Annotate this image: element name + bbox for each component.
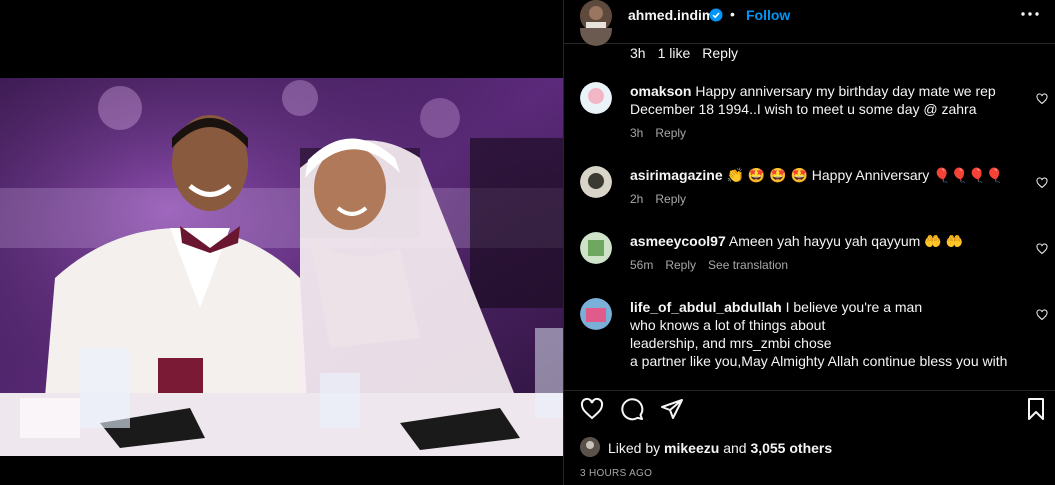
- see-translation-button[interactable]: See translation: [708, 258, 788, 272]
- liker-username[interactable]: mikeezu: [664, 440, 719, 456]
- heart-icon[interactable]: [1036, 308, 1048, 321]
- post-timestamp[interactable]: 3 HOURS AGO: [580, 468, 652, 479]
- comment-username[interactable]: life_of_abdul_abdullah: [630, 299, 782, 315]
- reply-button[interactable]: Reply: [702, 45, 738, 61]
- commenter-avatar[interactable]: [580, 166, 612, 198]
- comment-text-line: leadership, and mrs_zmbi chose: [630, 335, 832, 351]
- comment-text-line: who knows a lot of things about: [630, 317, 826, 333]
- comment-body: omakson Happy anniversary my birthday da…: [630, 82, 1016, 142]
- likes-text: Liked by mikeezu and 3,055 others: [608, 440, 832, 456]
- post-media-area: [0, 0, 563, 485]
- comment-meta: 56m Reply See translation: [630, 256, 1016, 274]
- post-actions-bar: [564, 390, 1055, 430]
- reply-button[interactable]: Reply: [655, 192, 686, 206]
- likes-conj: and: [723, 440, 747, 456]
- comment-body: asirimagazine 👏 🤩 🤩 🤩 Happy Anniversary …: [630, 166, 1016, 208]
- comment-time: 3h: [630, 126, 644, 140]
- commenter-avatar[interactable]: [580, 232, 612, 264]
- comment-meta: 3h Reply: [630, 124, 1016, 142]
- likes-others-count[interactable]: 3,055 others: [750, 440, 832, 456]
- comment-text-line: I believe you're a man: [785, 299, 923, 315]
- comment-body: asmeeycool97 Ameen yah hayyu yah qayyum …: [630, 232, 1016, 274]
- comment-text: 👏 🤩 🤩 🤩 Happy Anniversary 🎈🎈🎈🎈: [726, 167, 1003, 183]
- follow-button[interactable]: Follow: [746, 7, 790, 23]
- post-photo[interactable]: [0, 78, 563, 456]
- author-username[interactable]: ahmed.indimi: [628, 7, 718, 23]
- verified-badge-icon: [709, 8, 723, 22]
- comment-username[interactable]: omakson: [630, 83, 691, 99]
- reply-button[interactable]: Reply: [655, 126, 686, 140]
- comment-time: 2h: [630, 192, 644, 206]
- heart-icon[interactable]: [580, 397, 604, 421]
- comment-time: 3h: [630, 45, 646, 61]
- commenter-avatar[interactable]: [580, 298, 612, 330]
- comment-meta: 3h 1 like Reply: [630, 44, 1016, 62]
- more-options-icon[interactable]: [1018, 4, 1042, 24]
- bookmark-icon[interactable]: [1024, 397, 1048, 421]
- commenter-avatar[interactable]: [580, 28, 612, 46]
- comment-text: Ameen yah hayyu yah qayyum 🤲 🤲: [728, 233, 963, 249]
- likes-prefix: Liked by: [608, 440, 661, 456]
- comment-meta: 2h Reply: [630, 190, 1016, 208]
- comment-body: life_of_abdul_abdullah I believe you're …: [630, 298, 1016, 370]
- comments-list[interactable]: 3h 1 like Reply omakson Happy anniversary …: [564, 28, 1055, 390]
- comment-time: 56m: [630, 258, 654, 272]
- comment-icon[interactable]: [620, 397, 644, 421]
- comment-likes-count[interactable]: 1 like: [658, 45, 691, 61]
- comment-text-line: a partner like you,May Almighty Allah co…: [630, 353, 1008, 369]
- separator-dot: •: [730, 6, 735, 22]
- post-details-panel: ahmed.indimi • Follow 3h 1 like Reply omak…: [563, 0, 1055, 485]
- commenter-avatar[interactable]: [580, 82, 612, 114]
- liker-avatar[interactable]: [580, 437, 600, 457]
- share-icon[interactable]: [660, 397, 684, 421]
- comment-username[interactable]: asmeeycool97: [630, 233, 726, 249]
- comment-username[interactable]: asirimagazine: [630, 167, 723, 183]
- heart-icon[interactable]: [1036, 242, 1048, 255]
- reply-button[interactable]: Reply: [665, 258, 696, 272]
- heart-icon[interactable]: [1036, 176, 1048, 189]
- heart-icon[interactable]: [1036, 92, 1048, 105]
